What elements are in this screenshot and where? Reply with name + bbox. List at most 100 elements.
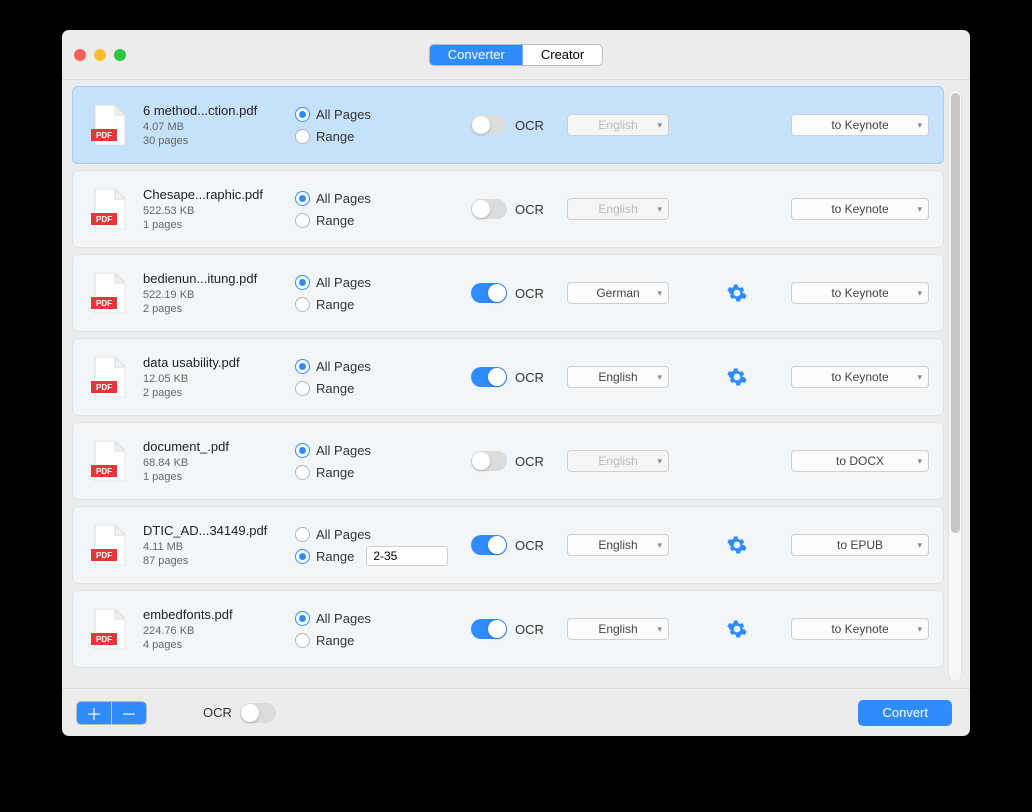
file-pagecount: 30 pages xyxy=(143,135,279,147)
format-column: to Keynote ▾ xyxy=(765,114,929,136)
pdf-file-icon: PDF xyxy=(91,189,125,229)
page-selection: All Pages Range xyxy=(295,103,455,147)
remove-file-button[interactable]: － xyxy=(112,702,146,724)
lang-select[interactable]: German ▾ xyxy=(567,282,669,304)
format-select[interactable]: to Keynote ▾ xyxy=(791,282,929,304)
file-size: 522.53 KB xyxy=(143,205,279,217)
allpages-row[interactable]: All Pages xyxy=(295,607,455,629)
radio-range[interactable] xyxy=(295,381,310,396)
allpages-row[interactable]: All Pages xyxy=(295,271,455,293)
file-row[interactable]: PDF 6 method...ction.pdf 4.07 MB 30 page… xyxy=(72,86,944,164)
ocr-settings-icon[interactable] xyxy=(727,367,747,387)
radio-range[interactable] xyxy=(295,549,310,564)
page-selection: All Pages Range xyxy=(295,523,455,567)
pdf-file-icon: PDF xyxy=(91,357,125,397)
footer-bar: ＋ － OCR Convert xyxy=(62,688,970,736)
allpages-row[interactable]: All Pages xyxy=(295,355,455,377)
radio-all[interactable] xyxy=(295,107,310,122)
ocr-column: OCR xyxy=(471,535,551,555)
range-label: Range xyxy=(316,213,354,228)
close-icon[interactable] xyxy=(74,49,86,61)
file-pagecount: 1 pages xyxy=(143,471,279,483)
range-row[interactable]: Range xyxy=(295,377,455,399)
allpages-row[interactable]: All Pages xyxy=(295,187,455,209)
file-size: 68.84 KB xyxy=(143,457,279,469)
lang-value: English xyxy=(598,370,637,384)
format-select[interactable]: to Keynote ▾ xyxy=(791,618,929,640)
range-row[interactable]: Range xyxy=(295,293,455,315)
allpages-label: All Pages xyxy=(316,275,371,290)
lang-select[interactable]: English ▾ xyxy=(567,618,669,640)
allpages-row[interactable]: All Pages xyxy=(295,103,455,125)
ocr-settings-icon[interactable] xyxy=(727,619,747,639)
format-select[interactable]: to DOCX ▾ xyxy=(791,450,929,472)
file-row[interactable]: PDF DTIC_AD...34149.pdf 4.11 MB 87 pages… xyxy=(72,506,944,584)
pdf-file-icon: PDF xyxy=(91,525,125,565)
ocr-toggle[interactable] xyxy=(471,619,507,639)
convert-button[interactable]: Convert xyxy=(858,700,952,726)
lang-select[interactable]: English ▾ xyxy=(567,366,669,388)
range-row[interactable]: Range xyxy=(295,209,455,231)
radio-range[interactable] xyxy=(295,213,310,228)
range-row[interactable]: Range xyxy=(295,629,455,651)
radio-all[interactable] xyxy=(295,527,310,542)
radio-range[interactable] xyxy=(295,129,310,144)
radio-all[interactable] xyxy=(295,191,310,206)
add-file-button[interactable]: ＋ xyxy=(77,702,111,724)
ocr-toggle[interactable] xyxy=(471,367,507,387)
range-row[interactable]: Range xyxy=(295,545,455,567)
ocr-toggle[interactable] xyxy=(471,199,507,219)
radio-range[interactable] xyxy=(295,633,310,648)
minimize-icon[interactable] xyxy=(94,49,106,61)
allpages-row[interactable]: All Pages xyxy=(295,439,455,461)
file-row[interactable]: PDF Chesape...raphic.pdf 522.53 KB 1 pag… xyxy=(72,170,944,248)
lang-column: German ▾ xyxy=(567,282,709,304)
file-name: embedfonts.pdf xyxy=(143,607,279,622)
zoom-icon[interactable] xyxy=(114,49,126,61)
scrollbar-thumb[interactable] xyxy=(951,93,960,533)
pdf-file-icon: PDF xyxy=(91,441,125,481)
page-selection: All Pages Range xyxy=(295,355,455,399)
lang-select[interactable]: English ▾ xyxy=(567,198,669,220)
allpages-row[interactable]: All Pages xyxy=(295,523,455,545)
ocr-toggle[interactable] xyxy=(471,535,507,555)
lang-select[interactable]: English ▾ xyxy=(567,450,669,472)
radio-range[interactable] xyxy=(295,297,310,312)
format-select[interactable]: to Keynote ▾ xyxy=(791,114,929,136)
radio-range[interactable] xyxy=(295,465,310,480)
file-size: 4.07 MB xyxy=(143,121,279,133)
file-row[interactable]: PDF data usability.pdf 12.05 KB 2 pages … xyxy=(72,338,944,416)
tab-converter[interactable]: Converter xyxy=(430,45,523,65)
radio-all[interactable] xyxy=(295,611,310,626)
lang-select[interactable]: English ▾ xyxy=(567,534,669,556)
ocr-toggle[interactable] xyxy=(471,115,507,135)
lang-column: English ▾ xyxy=(567,534,709,556)
format-column: to Keynote ▾ xyxy=(765,618,929,640)
range-row[interactable]: Range xyxy=(295,125,455,147)
lang-column: English ▾ xyxy=(567,366,709,388)
ocr-settings-icon[interactable] xyxy=(727,535,747,555)
mode-segmented-control: Converter Creator xyxy=(429,44,603,66)
range-row[interactable]: Range xyxy=(295,461,455,483)
ocr-toggle[interactable] xyxy=(471,283,507,303)
file-row[interactable]: PDF embedfonts.pdf 224.76 KB 4 pages All… xyxy=(72,590,944,668)
format-select[interactable]: to Keynote ▾ xyxy=(791,366,929,388)
chevron-down-icon: ▾ xyxy=(917,372,922,383)
ocr-settings-icon[interactable] xyxy=(727,283,747,303)
radio-all[interactable] xyxy=(295,359,310,374)
allpages-label: All Pages xyxy=(316,611,371,626)
radio-all[interactable] xyxy=(295,443,310,458)
ocr-toggle[interactable] xyxy=(471,451,507,471)
page-selection: All Pages Range xyxy=(295,607,455,651)
tab-creator[interactable]: Creator xyxy=(523,45,602,65)
format-select[interactable]: to Keynote ▾ xyxy=(791,198,929,220)
format-select[interactable]: to EPUB ▾ xyxy=(791,534,929,556)
range-input[interactable] xyxy=(366,546,448,566)
range-label: Range xyxy=(316,633,354,648)
lang-select[interactable]: English ▾ xyxy=(567,114,669,136)
radio-all[interactable] xyxy=(295,275,310,290)
scrollbar[interactable] xyxy=(948,90,962,682)
footer-ocr-toggle[interactable] xyxy=(240,703,276,723)
file-row[interactable]: PDF bedienun...itung.pdf 522.19 KB 2 pag… xyxy=(72,254,944,332)
file-row[interactable]: PDF document_.pdf 68.84 KB 1 pages All P… xyxy=(72,422,944,500)
